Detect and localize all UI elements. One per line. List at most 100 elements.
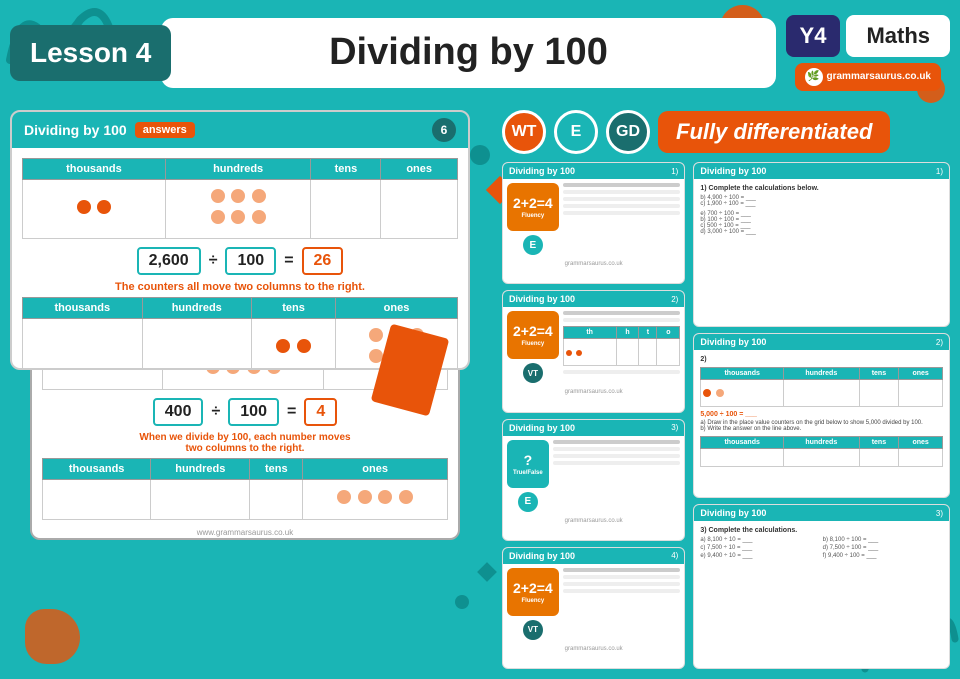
counter — [231, 189, 245, 203]
ws4-footer: grammarsaurus.co.uk — [503, 644, 684, 654]
eq-left: 2,600 — [137, 247, 201, 275]
slide1-answers: answers — [135, 122, 195, 138]
subject-badge: Maths — [846, 15, 950, 57]
wsr2b-o: ones — [899, 437, 943, 449]
slide1-equation: 2,600 ÷ 100 = 26 — [22, 247, 458, 275]
wsr3-instruction: 3) Complete the calculations. — [700, 527, 943, 534]
level-gd-badge: GD — [606, 110, 650, 154]
ws1-number: 1) — [671, 167, 678, 176]
s2-cell-th2 — [43, 480, 151, 520]
col-thousands: thousands — [23, 159, 166, 180]
grammar-logo-icon: 🌿 — [805, 68, 823, 86]
ws1-title: Dividing by 100 — [509, 166, 575, 176]
counter — [276, 339, 290, 353]
counter — [297, 339, 311, 353]
wsr2-pv-table2: thousands hundreds tens ones — [700, 436, 943, 467]
wsr2-pv-table: thousands hundreds tens ones — [700, 367, 943, 407]
cell-h — [165, 180, 311, 239]
wsr2-cell1 — [701, 380, 784, 407]
slide1-pv-table: thousands hundreds tens ones — [22, 158, 458, 239]
ws1-footer: grammarsaurus.co.uk — [503, 259, 684, 269]
s2-col-h2: hundreds — [151, 459, 250, 480]
s2-eq-op2: = — [287, 403, 296, 421]
wsr2-cell3 — [859, 380, 899, 407]
slide1-title: Dividing by 100 — [24, 122, 127, 138]
cell-o — [381, 180, 458, 239]
ws3-body: ? True/False E — [503, 436, 684, 516]
ws-line — [563, 589, 681, 593]
ws4-title: Dividing by 100 — [509, 551, 575, 561]
fluency-icon3: ? — [524, 452, 533, 468]
mini-cell4 — [657, 339, 680, 366]
eq-op1: ÷ — [209, 252, 218, 270]
s2-cell-h2 — [151, 480, 250, 520]
counter — [252, 189, 266, 203]
wsr1-instruction: 1) Complete the calculations below. — [700, 185, 943, 192]
counter — [77, 200, 91, 214]
slide1-header: Dividing by 100 answers 6 — [12, 112, 468, 148]
cell-t — [311, 180, 381, 239]
website-label: grammarsaurus.co.uk — [827, 71, 932, 82]
grammarsaurus-label: www.grammarsaurus.co.uk — [42, 528, 448, 537]
ws-line — [563, 204, 681, 208]
wsr2b-t: tens — [859, 437, 899, 449]
ws-line — [553, 447, 681, 451]
slides-area: Dividing by 100 answers 6 thousands hund… — [10, 110, 490, 669]
worksheet-thumb-4: Dividing by 100 4) 2+2=4 Fluency VT — [502, 547, 685, 669]
worksheet-thumb-2: Dividing by 100 2) 2+2=4 Fluency VT — [502, 290, 685, 412]
ws3-level: E — [518, 492, 538, 512]
fully-differentiated-badge: Fully differentiated — [658, 111, 890, 153]
counter — [337, 490, 351, 504]
slide2-pv-table2: thousands hundreds tens ones — [42, 458, 448, 520]
counter — [378, 490, 392, 504]
header: Lesson 4 Dividing by 100 Y4 Maths 🌿 gram… — [10, 10, 950, 95]
ws-line — [563, 183, 681, 187]
counter — [252, 210, 266, 224]
ws1-content — [563, 183, 681, 218]
col-th2: thousands — [23, 298, 143, 319]
ws4-number: 4) — [671, 551, 678, 560]
wsr2b-th: thousands — [701, 437, 784, 449]
wsr3-header: Dividing by 100 3) — [694, 505, 949, 521]
ws1-fluency: 2+2=4 Fluency — [507, 183, 559, 231]
mini-cell3 — [639, 339, 657, 366]
year-badge: Y4 — [786, 15, 841, 57]
s2-cell-t2 — [250, 480, 303, 520]
ws-line — [563, 575, 681, 579]
counter — [211, 210, 225, 224]
year-maths-row: Y4 Maths — [786, 15, 950, 57]
wsr2b-h: hundreds — [784, 437, 860, 449]
s2-eq-left: 400 — [153, 398, 204, 426]
wsr2b-c4 — [899, 449, 943, 467]
wsr2-cell2 — [784, 380, 860, 407]
fluency-text3: True/False — [513, 470, 543, 476]
wsr1-body: 1) Complete the calculations below. b) 4… — [694, 179, 949, 241]
worksheet-col-left: Dividing by 100 1) 2+2=4 Fluency E — [502, 162, 685, 669]
mini-t: t — [639, 327, 657, 339]
ws-line — [553, 440, 681, 444]
ws-line — [563, 197, 681, 201]
ws-right-3: Dividing by 100 3) 3) Complete the calcu… — [693, 504, 950, 669]
ws-line — [563, 318, 681, 322]
cell-h2 — [142, 319, 251, 371]
ws-line — [563, 311, 681, 315]
wsr2-th: thousands — [701, 368, 784, 380]
s2-eq-right: 4 — [304, 398, 337, 426]
eq-right: 26 — [302, 247, 344, 275]
ws3-footer: grammarsaurus.co.uk — [503, 516, 684, 526]
worksheet-thumb-3: Dividing by 100 3) ? True/False E — [502, 419, 685, 541]
ws3-number: 3) — [671, 423, 678, 432]
fluency-text2: Fluency — [522, 341, 545, 347]
ws1-level: E — [523, 235, 543, 255]
ws2-body: 2+2=4 Fluency VT th h — [503, 307, 684, 387]
wsr1-problems: b) 4,900 ÷ 100 = ___ c) 1,900 ÷ 100 = __… — [700, 195, 943, 207]
ws-line — [553, 454, 681, 458]
fluency-text: Fluency — [522, 213, 545, 219]
eq-mid: 100 — [225, 247, 276, 275]
slide1-number: 6 — [432, 118, 456, 142]
col-tens: tens — [311, 159, 381, 180]
wsr2b-c1 — [701, 449, 784, 467]
col-hundreds: hundreds — [165, 159, 311, 180]
ws2-footer: grammarsaurus.co.uk — [503, 387, 684, 397]
diff-badge-area: WT E GD Fully differentiated — [502, 110, 950, 154]
